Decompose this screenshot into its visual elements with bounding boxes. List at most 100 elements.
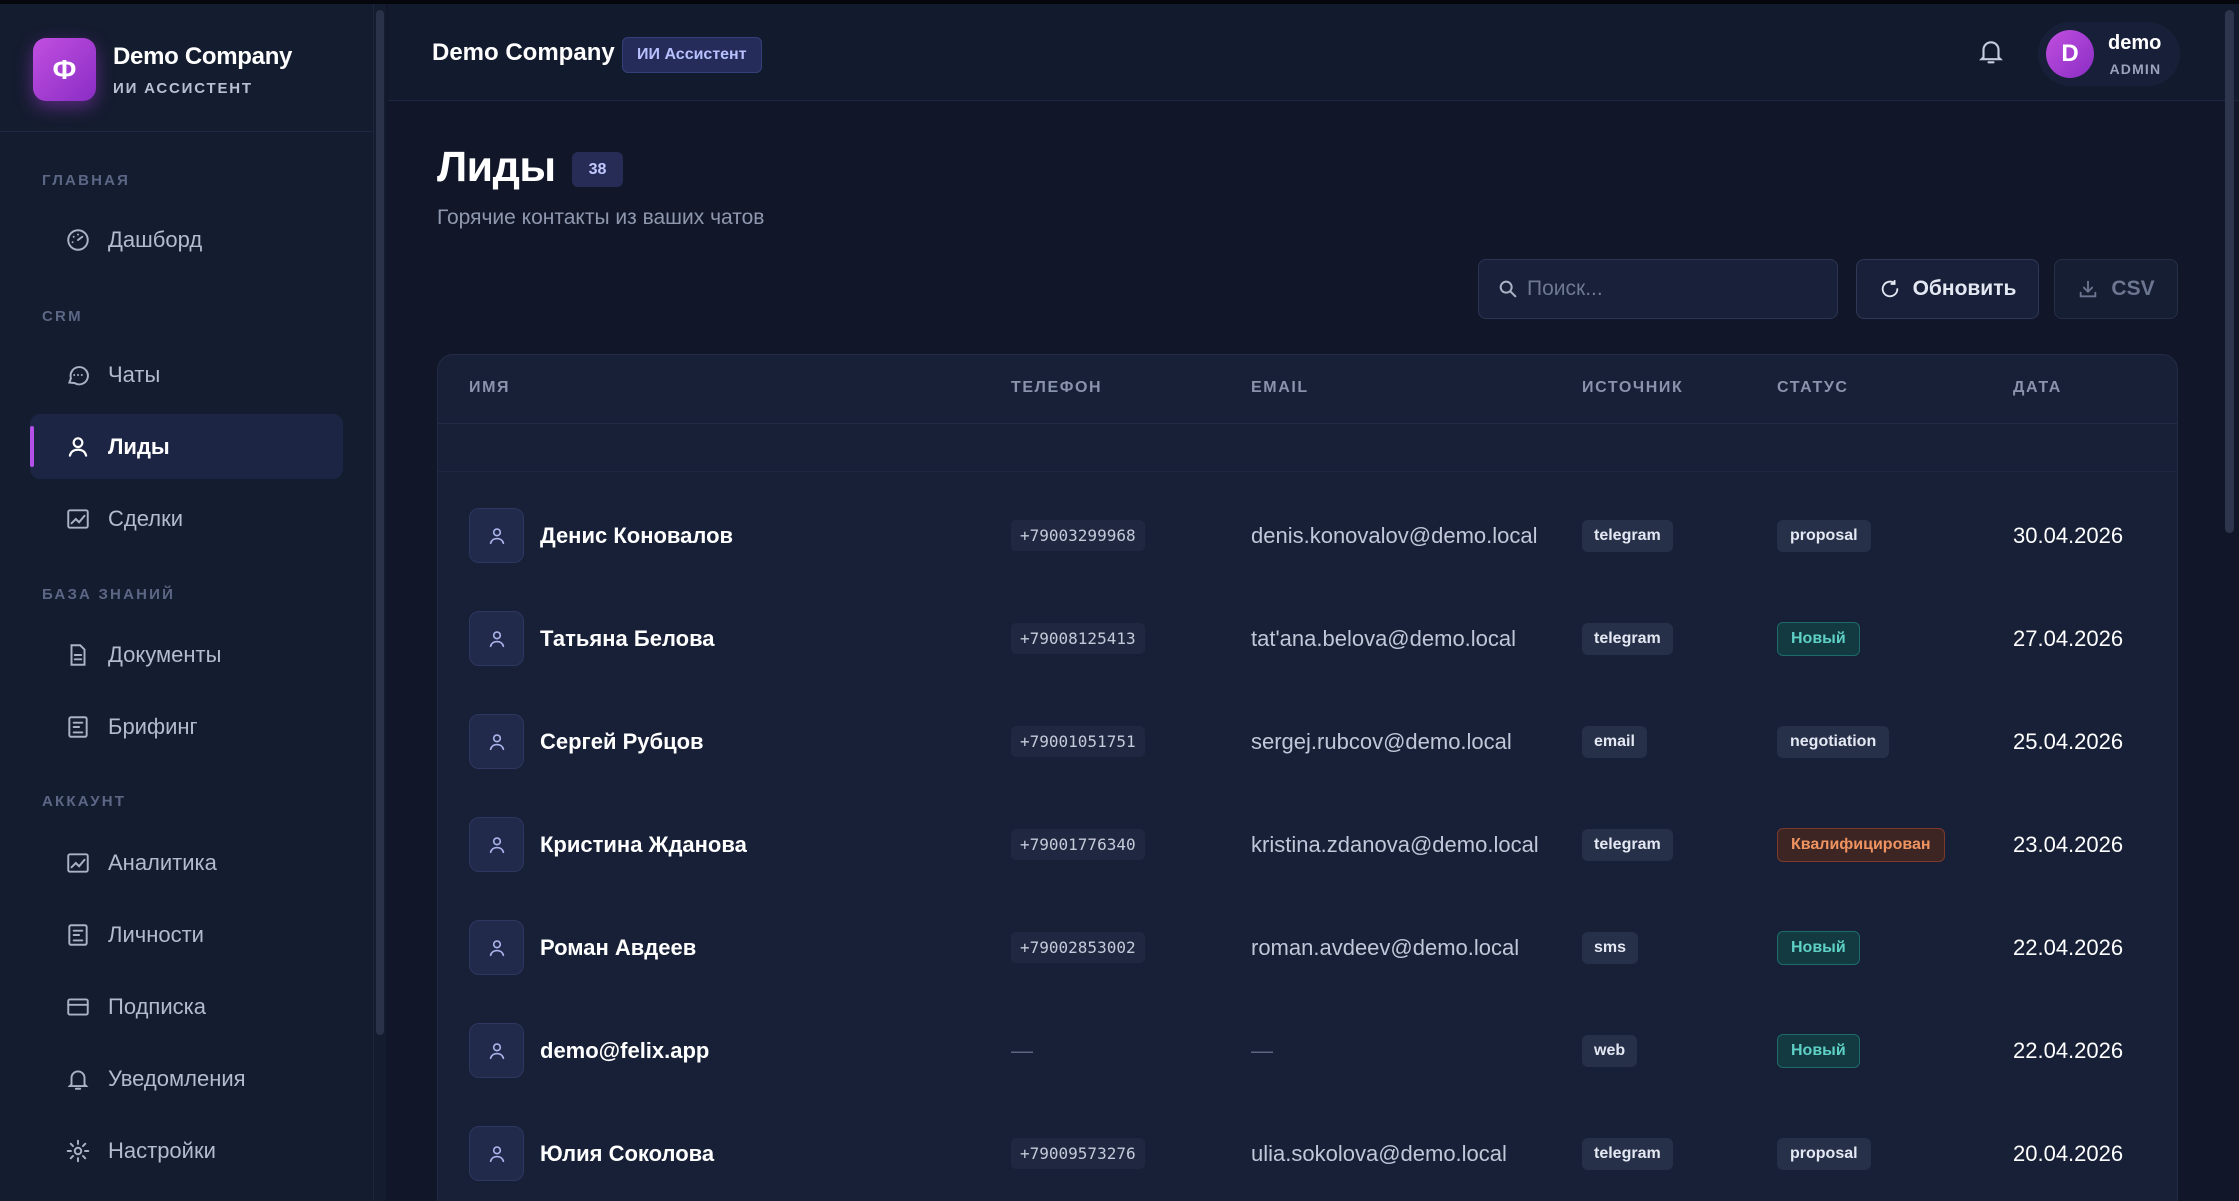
leads-table: ИМЯ ТЕЛЕФОН EMAIL ИСТОЧНИК СТАТУС ДАТА Д…: [437, 354, 2178, 1201]
main-scrollbar[interactable]: [2225, 10, 2234, 533]
column-header-email[interactable]: EMAIL: [1251, 379, 1309, 397]
sidebar-item-analytics[interactable]: Аналитика: [30, 830, 343, 895]
sidebar-item-briefing[interactable]: Брифинг: [30, 694, 343, 759]
lead-date: 25.04.2026: [2013, 728, 2124, 754]
sidebar-item-label: Лиды: [108, 433, 170, 459]
sidebar-item-documents[interactable]: Документы: [30, 622, 343, 687]
lead-phone: +79001051751: [1011, 726, 1145, 757]
brand[interactable]: Ф Demo Company ИИ АССИСТЕНТ: [33, 38, 292, 101]
sidebar-item-chats[interactable]: Чаты: [30, 342, 343, 407]
leads-count-badge: 38: [572, 152, 623, 187]
lead-phone: +79002853002: [1011, 932, 1145, 963]
download-icon: [2080, 280, 2097, 298]
sidebar-item-personas[interactable]: Личности: [30, 902, 343, 967]
table-row[interactable]: Денис Коновалов +79003299968 denis.konov…: [438, 484, 2177, 587]
refresh-icon: [1881, 279, 1898, 298]
chart-icon: [65, 506, 91, 532]
sidebar: Ф Demo Company ИИ АССИСТЕНТ ГЛАВНАЯ Дашб…: [0, 4, 374, 1201]
table-row[interactable]: demo@felix.app — — web Новый 22.04.2026: [438, 999, 2177, 1102]
lead-name: Юлия Соколова: [540, 1140, 715, 1166]
status-badge: negotiation: [1777, 725, 1890, 758]
user-menu[interactable]: D demo ADMIN: [2038, 22, 2180, 86]
lead-phone: +79008125413: [1011, 623, 1145, 654]
page-title: Лиды: [437, 143, 556, 191]
search-box[interactable]: [1478, 259, 1838, 319]
lead-email: ulia.sokolova@demo.local: [1251, 1141, 1507, 1166]
briefing-icon: [65, 714, 91, 740]
lead-email-empty: —: [1251, 1037, 1273, 1063]
persona-icon: [65, 922, 91, 948]
sidebar-item-label: Брифинг: [108, 713, 198, 739]
lead-avatar-user-icon: [469, 1126, 524, 1181]
table-row[interactable]: Татьяна Белова +79008125413 tat'ana.belo…: [438, 587, 2177, 690]
sidebar-item-subscription[interactable]: Подписка: [30, 974, 343, 1039]
lead-avatar-user-icon: [469, 714, 524, 769]
sidebar-item-dashboard[interactable]: Дашборд: [30, 207, 343, 272]
lead-avatar-user-icon: [469, 508, 524, 563]
lead-date: 27.04.2026: [2013, 625, 2124, 651]
lead-avatar-user-icon: [469, 817, 524, 872]
lead-date: 22.04.2026: [2013, 934, 2124, 960]
gauge-icon: [65, 227, 91, 253]
table-row[interactable]: Кристина Жданова +79001776340 kristina.z…: [438, 793, 2177, 896]
sidebar-section-account: АККАУНТ: [42, 793, 127, 810]
column-header-source[interactable]: ИСТОЧНИК: [1582, 379, 1683, 397]
column-header-phone[interactable]: ТЕЛЕФОН: [1011, 379, 1102, 397]
source-tag: email: [1582, 725, 1647, 758]
lead-name: Денис Коновалов: [540, 522, 734, 548]
refresh-button[interactable]: Обновить: [1856, 259, 2039, 319]
status-badge: Новый: [1777, 930, 1860, 965]
lead-email: kristina.zdanova@demo.local: [1251, 832, 1539, 857]
lead-phone: +79003299968: [1011, 520, 1145, 551]
card-icon: [65, 994, 91, 1020]
lead-name: Роман Авдеев: [540, 934, 697, 960]
search-icon: [1499, 280, 1517, 298]
sidebar-item-notifications[interactable]: Уведомления: [30, 1046, 343, 1111]
source-tag: telegram: [1582, 519, 1673, 552]
lead-phone: +79001776340: [1011, 829, 1145, 860]
gear-icon: [65, 1138, 91, 1164]
lead-date: 23.04.2026: [2013, 831, 2124, 857]
document-icon: [65, 642, 91, 668]
brand-subtitle: ИИ АССИСТЕНТ: [113, 79, 253, 97]
column-header-name[interactable]: ИМЯ: [469, 379, 510, 397]
lead-date: 22.04.2026: [2013, 1037, 2124, 1063]
table-row[interactable]: Роман Авдеев +79002853002 roman.avdeev@d…: [438, 896, 2177, 999]
source-tag: telegram: [1582, 828, 1673, 861]
header-badge: ИИ Ассистент: [622, 37, 762, 73]
status-badge: proposal: [1777, 519, 1871, 552]
sidebar-section-main: ГЛАВНАЯ: [42, 172, 131, 189]
column-header-status[interactable]: СТАТУС: [1777, 379, 1849, 397]
sidebar-item-settings[interactable]: Настройки: [30, 1118, 343, 1183]
sidebar-item-leads[interactable]: Лиды: [30, 414, 343, 479]
top-header: Demo Company ИИ Ассистент D demo ADMIN: [388, 4, 2239, 101]
lead-name: demo@felix.app: [540, 1037, 710, 1063]
search-input[interactable]: [1527, 277, 1817, 301]
sidebar-item-label: Дашборд: [108, 226, 203, 252]
app-root: Ф Demo Company ИИ АССИСТЕНТ ГЛАВНАЯ Дашб…: [0, 0, 2239, 1201]
lead-email: denis.konovalov@demo.local: [1251, 523, 1538, 548]
window-top-edge: [0, 0, 2239, 4]
lead-phone-empty: —: [1011, 1037, 1033, 1063]
user-role: ADMIN: [2109, 60, 2162, 77]
bell-icon: [65, 1066, 91, 1092]
lead-name: Кристина Жданова: [540, 831, 747, 857]
lead-email: sergej.rubcov@demo.local: [1251, 729, 1512, 754]
header-title: Demo Company: [432, 39, 615, 66]
lead-date: 30.04.2026: [2013, 522, 2124, 548]
lead-phone: +79009573276: [1011, 1138, 1145, 1169]
sidebar-scrollbar[interactable]: [376, 10, 384, 1035]
table-spacer-row: [438, 424, 2177, 472]
table-row[interactable]: Сергей Рубцов +79001051751 sergej.rubcov…: [438, 690, 2177, 793]
sidebar-item-deals[interactable]: Сделки: [30, 486, 343, 551]
sidebar-item-label: Документы: [108, 641, 222, 667]
column-header-date[interactable]: ДАТА: [2013, 379, 2062, 397]
source-tag: telegram: [1582, 1137, 1673, 1170]
table-row[interactable]: Юлия Соколова +79009573276 ulia.sokolova…: [438, 1102, 2177, 1201]
notifications-bell-icon[interactable]: [1976, 36, 2006, 66]
status-badge: Квалифицирован: [1777, 827, 1945, 862]
lead-avatar-user-icon: [469, 920, 524, 975]
status-badge: Новый: [1777, 621, 1860, 656]
csv-export-button[interactable]: CSV: [2054, 259, 2178, 319]
source-tag: sms: [1582, 931, 1639, 964]
